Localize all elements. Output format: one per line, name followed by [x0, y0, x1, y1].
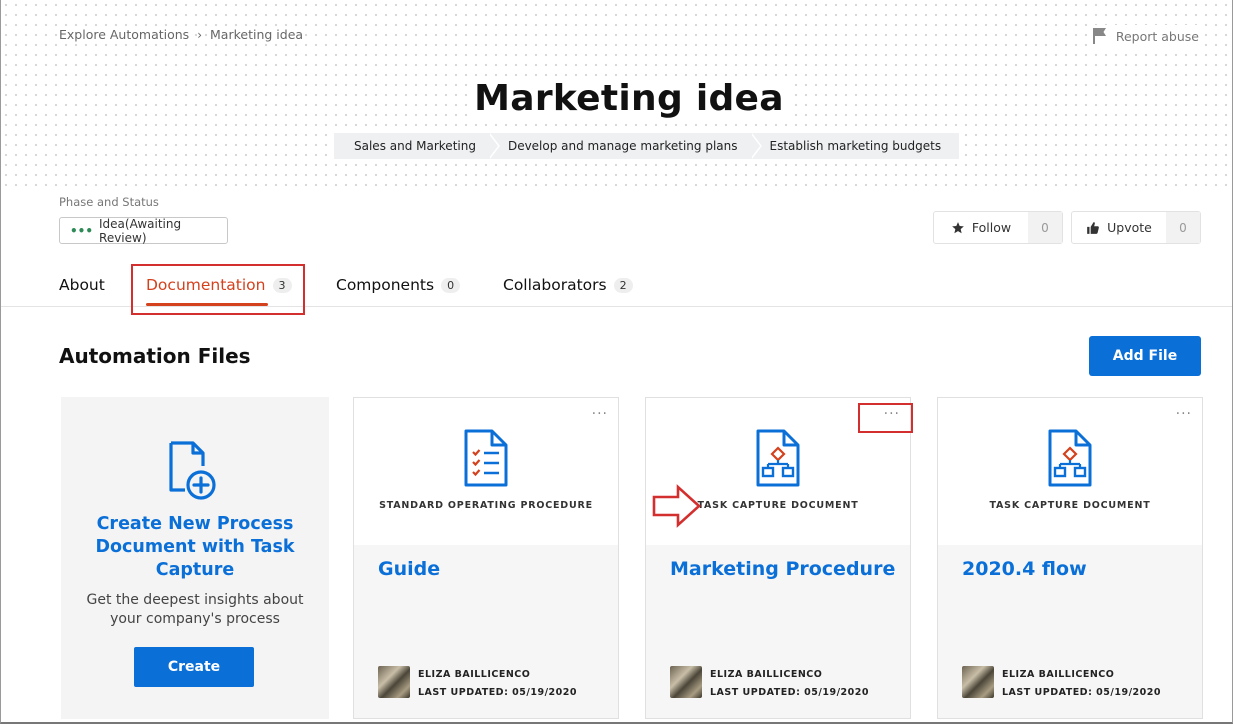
window-frame	[0, 0, 1233, 724]
